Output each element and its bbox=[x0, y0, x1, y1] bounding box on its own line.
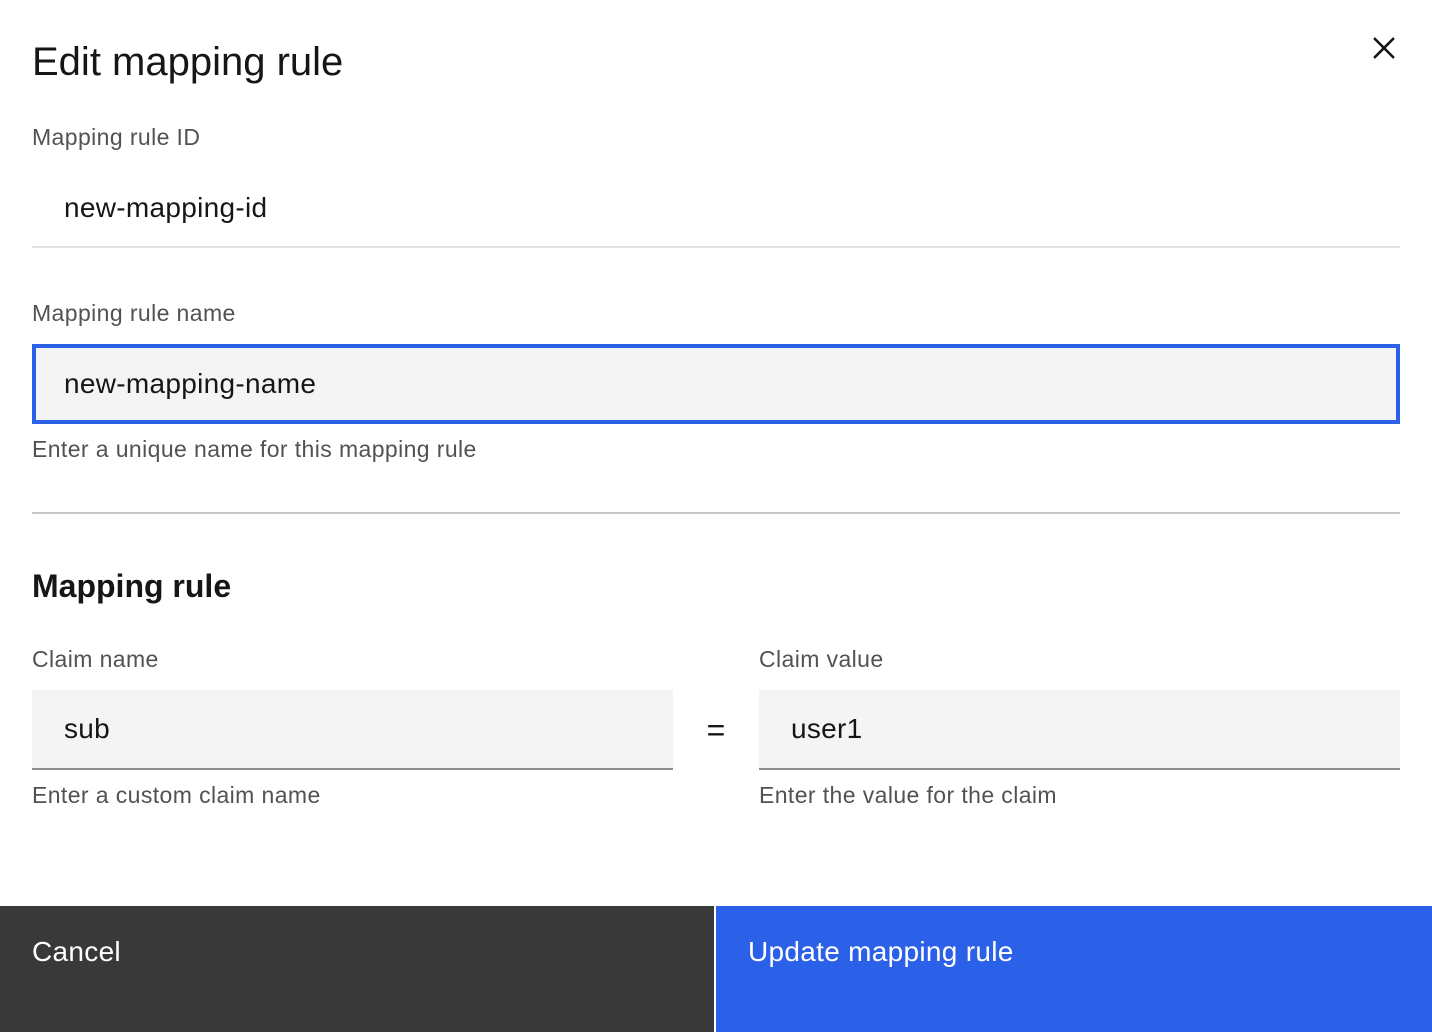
section-divider bbox=[32, 512, 1400, 514]
mapping-rule-name-label: Mapping rule name bbox=[32, 300, 236, 326]
mapping-rule-id-field: new-mapping-id bbox=[32, 170, 1400, 248]
claim-name-helper: Enter a custom claim name bbox=[32, 782, 321, 808]
claim-value-input[interactable] bbox=[759, 690, 1400, 770]
mapping-rule-id-value: new-mapping-id bbox=[64, 192, 268, 223]
mapping-rule-name-helper: Enter a unique name for this mapping rul… bbox=[32, 436, 477, 462]
edit-mapping-rule-modal: Edit mapping rule Mapping rule ID new-ma… bbox=[0, 0, 1432, 1032]
equals-operator: = bbox=[706, 712, 726, 748]
mapping-rule-name-input[interactable] bbox=[32, 344, 1400, 424]
claim-name-label: Claim name bbox=[32, 646, 159, 672]
claim-value-helper: Enter the value for the claim bbox=[759, 782, 1057, 808]
mapping-rule-id-label: Mapping rule ID bbox=[32, 124, 201, 150]
modal-title: Edit mapping rule bbox=[32, 40, 344, 84]
update-mapping-rule-button[interactable]: Update mapping rule bbox=[716, 906, 1432, 1032]
close-icon bbox=[1373, 37, 1395, 59]
mapping-rule-heading: Mapping rule bbox=[32, 568, 232, 604]
close-button[interactable] bbox=[1360, 24, 1408, 72]
claim-name-input[interactable] bbox=[32, 690, 673, 770]
modal-footer: Cancel Update mapping rule bbox=[0, 906, 1432, 1032]
claim-value-label: Claim value bbox=[759, 646, 884, 672]
cancel-button[interactable]: Cancel bbox=[0, 906, 714, 1032]
